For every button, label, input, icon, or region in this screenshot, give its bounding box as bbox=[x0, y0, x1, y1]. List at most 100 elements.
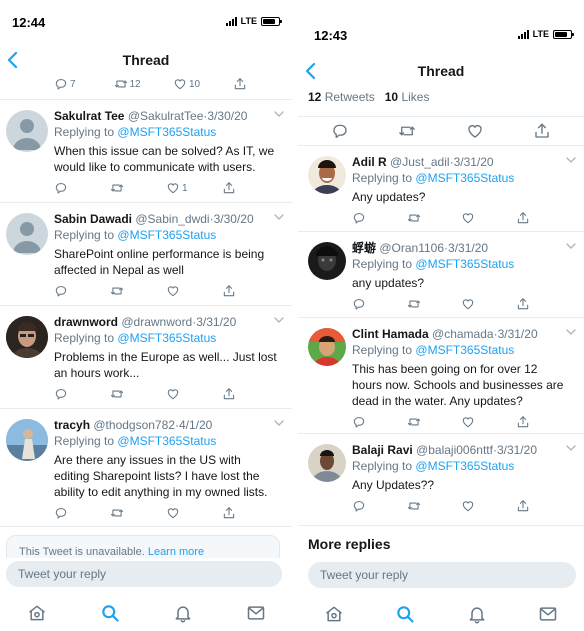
search-icon[interactable] bbox=[395, 604, 415, 624]
mention-link[interactable]: @MSFT365Status bbox=[415, 257, 514, 271]
like-button[interactable] bbox=[166, 506, 222, 520]
tweet-item[interactable]: Adil R @Just_adil·3/31/20 Replying to @M… bbox=[298, 146, 584, 232]
messages-icon[interactable] bbox=[246, 603, 266, 623]
avatar[interactable] bbox=[6, 316, 48, 358]
home-icon[interactable] bbox=[27, 603, 47, 623]
heart-icon bbox=[166, 181, 180, 195]
tweet-item[interactable]: Sakulrat Tee @SakulratTee·3/30/20 Replyi… bbox=[0, 100, 292, 203]
author-name[interactable]: tracyh bbox=[54, 418, 90, 432]
share-button[interactable] bbox=[516, 415, 571, 429]
chevron-down-icon[interactable] bbox=[274, 419, 284, 427]
mention-link[interactable]: @MSFT365Status bbox=[117, 125, 216, 139]
reply-icon[interactable] bbox=[331, 122, 349, 140]
like-button[interactable] bbox=[461, 415, 516, 429]
share-button[interactable] bbox=[222, 284, 278, 298]
chevron-down-icon[interactable] bbox=[566, 328, 576, 336]
share-button[interactable] bbox=[222, 506, 278, 520]
share-button[interactable] bbox=[222, 387, 278, 401]
reply-button[interactable] bbox=[352, 415, 407, 429]
messages-icon[interactable] bbox=[538, 604, 558, 624]
retweet-icon[interactable] bbox=[398, 122, 416, 140]
thread-list[interactable]: 7 12 10 Sakulrat Tee @SakulratTee·3/30/2… bbox=[0, 76, 292, 558]
chevron-down-icon[interactable] bbox=[274, 110, 284, 118]
reply-button[interactable]: 7 bbox=[54, 77, 114, 91]
reply-button[interactable] bbox=[54, 506, 110, 520]
mention-link[interactable]: @MSFT365Status bbox=[415, 343, 514, 357]
reply-input[interactable]: Tweet your reply bbox=[6, 561, 282, 587]
avatar[interactable] bbox=[6, 419, 48, 461]
author-name[interactable]: Balaji Ravi bbox=[352, 443, 413, 457]
share-button[interactable] bbox=[516, 211, 571, 225]
like-button[interactable] bbox=[461, 211, 516, 225]
mention-link[interactable]: @MSFT365Status bbox=[117, 228, 216, 242]
retweet-button[interactable] bbox=[407, 297, 462, 311]
heart-icon[interactable] bbox=[466, 122, 484, 140]
like-button[interactable]: 1 bbox=[166, 181, 222, 195]
mention-link[interactable]: @MSFT365Status bbox=[415, 171, 514, 185]
like-button[interactable]: 10 bbox=[173, 77, 233, 91]
retweet-button[interactable] bbox=[110, 506, 166, 520]
author-name[interactable]: Clint Hamada bbox=[352, 327, 429, 341]
author-name[interactable]: Adil R bbox=[352, 155, 387, 169]
chevron-down-icon[interactable] bbox=[274, 316, 284, 324]
reply-button[interactable] bbox=[54, 284, 110, 298]
retweet-button[interactable] bbox=[407, 211, 462, 225]
avatar[interactable] bbox=[308, 444, 346, 482]
share-button[interactable] bbox=[516, 499, 571, 513]
share-button[interactable] bbox=[516, 297, 571, 311]
tweet-item[interactable]: drawnword @drawnword·3/31/20 Replying to… bbox=[0, 306, 292, 409]
share-button[interactable] bbox=[222, 181, 278, 195]
notifications-icon[interactable] bbox=[467, 604, 487, 624]
retweet-button[interactable]: 12 bbox=[114, 77, 174, 91]
chevron-down-icon[interactable] bbox=[274, 213, 284, 221]
retweet-icon bbox=[114, 77, 128, 91]
avatar[interactable] bbox=[308, 156, 346, 194]
mention-link[interactable]: @MSFT365Status bbox=[117, 434, 216, 448]
avatar[interactable] bbox=[6, 110, 48, 152]
author-name[interactable]: 蜉蝣 bbox=[352, 241, 376, 255]
retweet-button[interactable] bbox=[407, 415, 462, 429]
mention-link[interactable]: @MSFT365Status bbox=[415, 459, 514, 473]
like-button[interactable] bbox=[166, 387, 222, 401]
tab-bar bbox=[0, 593, 292, 631]
retweet-button[interactable] bbox=[110, 284, 166, 298]
tweet-item[interactable]: Clint Hamada @chamada·3/31/20 Replying t… bbox=[298, 318, 584, 434]
share-button[interactable] bbox=[233, 77, 293, 91]
search-icon[interactable] bbox=[100, 603, 120, 623]
avatar[interactable] bbox=[308, 242, 346, 280]
author-name[interactable]: drawnword bbox=[54, 315, 118, 329]
like-button[interactable] bbox=[461, 297, 516, 311]
reply-button[interactable] bbox=[54, 387, 110, 401]
chevron-down-icon[interactable] bbox=[566, 444, 576, 452]
retweet-button[interactable] bbox=[407, 499, 462, 513]
mention-link[interactable]: @MSFT365Status bbox=[117, 331, 216, 345]
reply-button[interactable] bbox=[352, 211, 407, 225]
home-icon[interactable] bbox=[324, 604, 344, 624]
retweet-button[interactable] bbox=[110, 181, 166, 195]
avatar[interactable] bbox=[6, 213, 48, 255]
retweet-button[interactable] bbox=[110, 387, 166, 401]
tweet-item[interactable]: 蜉蝣 @Oran1106·3/31/20 Replying to @MSFT36… bbox=[298, 232, 584, 318]
thread-list[interactable]: 12 Retweets 10 Likes Adil R @Just_adil·3… bbox=[298, 88, 584, 556]
avatar[interactable] bbox=[308, 328, 346, 366]
reply-button[interactable] bbox=[352, 297, 407, 311]
retweets-count: 12 bbox=[308, 90, 322, 104]
like-button[interactable] bbox=[166, 284, 222, 298]
like-button[interactable] bbox=[461, 499, 516, 513]
reply-input[interactable]: Tweet your reply bbox=[308, 562, 576, 588]
chevron-down-icon[interactable] bbox=[566, 242, 576, 250]
tweet-item[interactable]: Sabin Dawadi @Sabin_dwdi·3/30/20 Replyin… bbox=[0, 203, 292, 306]
tweet-item[interactable]: Balaji Ravi @balaji006nttf·3/31/20 Reply… bbox=[298, 434, 584, 526]
author-name[interactable]: Sabin Dawadi bbox=[54, 212, 132, 226]
learn-more-link[interactable]: Learn more bbox=[148, 546, 204, 558]
author-name[interactable]: Sakulrat Tee bbox=[54, 109, 124, 123]
reply-button[interactable] bbox=[352, 499, 407, 513]
notifications-icon[interactable] bbox=[173, 603, 193, 623]
retweet-icon bbox=[407, 211, 421, 225]
tweet-item[interactable]: tracyh @thodgson782·4/1/20 Replying to @… bbox=[0, 409, 292, 527]
carrier-label: LTE bbox=[532, 29, 549, 39]
chevron-down-icon[interactable] bbox=[566, 156, 576, 164]
share-icon[interactable] bbox=[533, 122, 551, 140]
tweet-date: 3/31/20 bbox=[196, 315, 237, 329]
reply-button[interactable] bbox=[54, 181, 110, 195]
